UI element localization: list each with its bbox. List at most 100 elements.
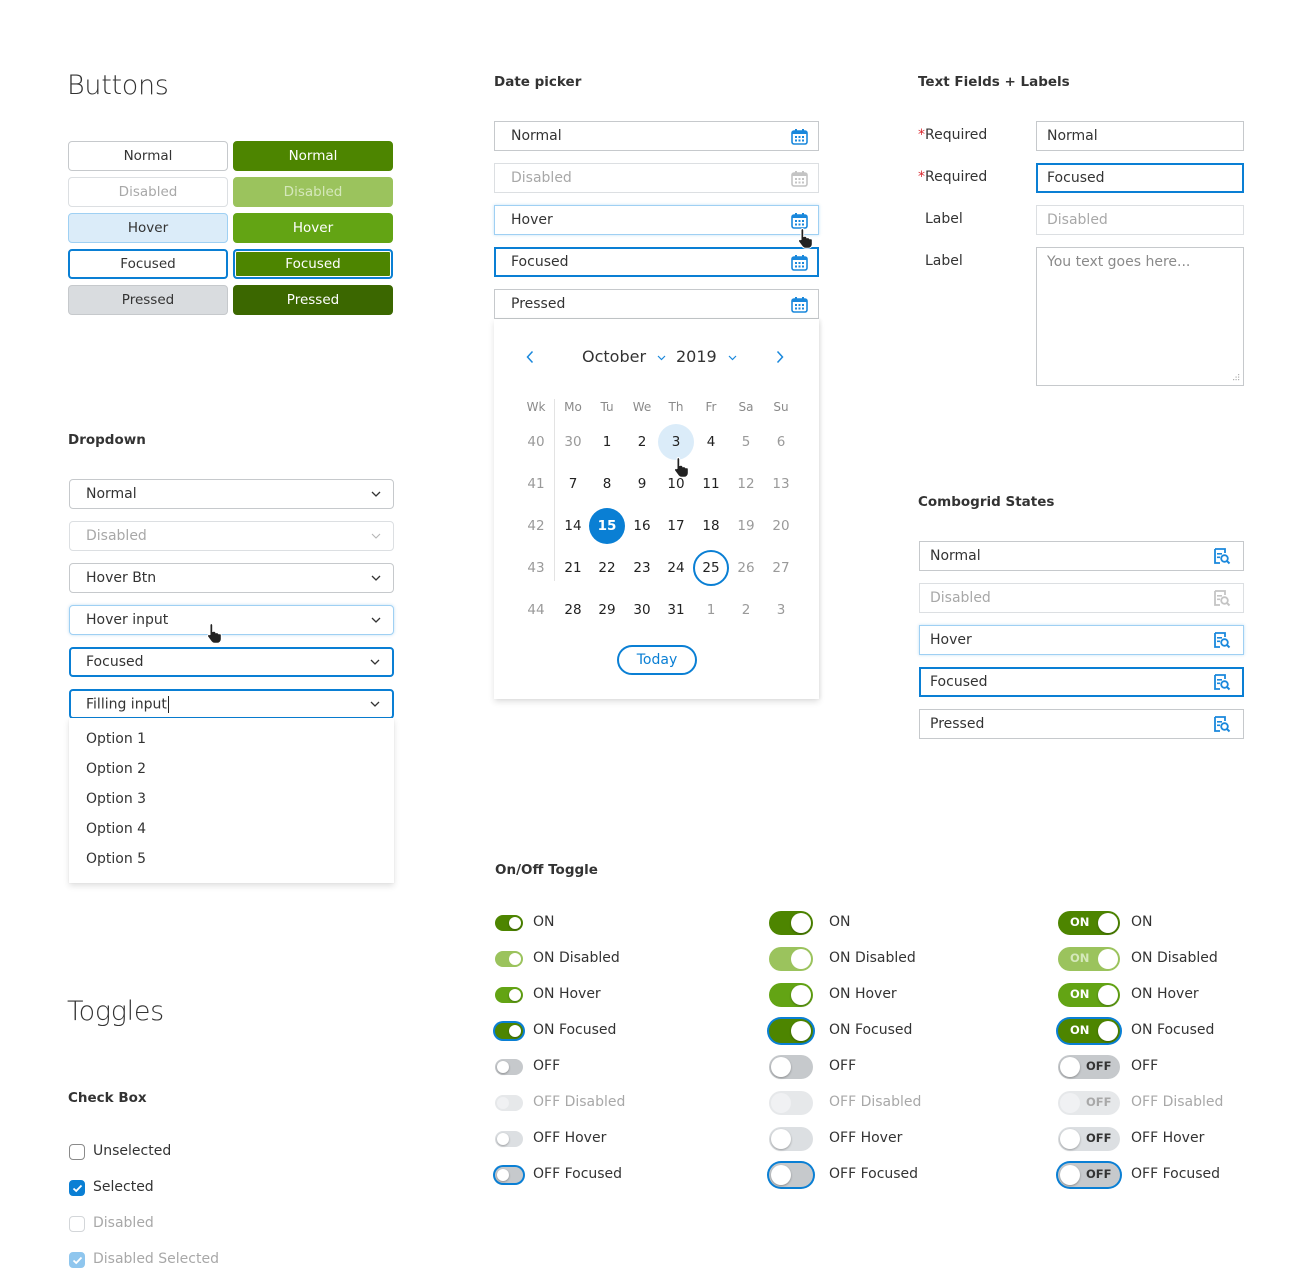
toggle-small-off[interactable] — [495, 1059, 523, 1075]
toggle-labeled-off-focused[interactable]: OFF — [1058, 1163, 1120, 1187]
secondary-button-focused[interactable]: Focused — [68, 249, 228, 279]
dropdown-hover-button[interactable]: Hover Btn — [69, 563, 394, 593]
combogrid-hover[interactable]: Hover — [919, 625, 1244, 655]
toggle-small-off-hover[interactable] — [495, 1131, 523, 1147]
dropdown-option[interactable]: Option 4 — [86, 821, 146, 837]
calendar-day[interactable]: 8 — [589, 466, 625, 502]
calendar-day[interactable]: 7 — [555, 466, 591, 502]
calendar-day-other-month[interactable]: 30 — [555, 424, 591, 460]
calendar-day[interactable]: 12 — [728, 466, 764, 502]
grid-search-icon[interactable] — [1212, 630, 1232, 650]
toggle-medium-off-focused[interactable] — [769, 1163, 813, 1187]
combogrid-pressed[interactable]: Pressed — [919, 709, 1244, 739]
calendar-day[interactable]: 2 — [624, 424, 660, 460]
checkbox-selected[interactable] — [69, 1180, 85, 1196]
datepicker-hover[interactable]: Hover — [494, 205, 819, 235]
toggle-medium-on-hover[interactable] — [769, 983, 813, 1007]
calendar-day[interactable]: 26 — [728, 550, 764, 586]
calendar-day-other-month[interactable]: 2 — [728, 592, 764, 628]
calendar-day[interactable]: 18 — [693, 508, 729, 544]
calendar-day[interactable]: 1 — [589, 424, 625, 460]
calendar-day-other-month[interactable]: 3 — [763, 592, 799, 628]
calendar-day[interactable]: 13 — [763, 466, 799, 502]
dropdown-filling-input[interactable]: Filling input — [69, 689, 394, 719]
primary-button-pressed[interactable]: Pressed — [233, 285, 393, 315]
toggle-small-on-hover[interactable] — [495, 987, 523, 1003]
calendar-day[interactable]: 31 — [658, 592, 694, 628]
calendar-day[interactable]: 29 — [589, 592, 625, 628]
textarea[interactable]: You text goes here... — [1036, 247, 1244, 386]
datepicker-pressed[interactable]: Pressed — [494, 289, 819, 319]
dropdown-option[interactable]: Option 3 — [86, 791, 146, 807]
toggle-labeled-on-hover[interactable]: ON — [1058, 983, 1120, 1007]
toggle-medium-on-focused[interactable] — [769, 1019, 813, 1043]
grid-search-icon[interactable] — [1212, 714, 1232, 734]
toggle-labeled-off-hover[interactable]: OFF — [1058, 1127, 1120, 1151]
chevron-down-icon[interactable] — [369, 491, 383, 497]
combogrid-focused[interactable]: Focused — [919, 667, 1244, 697]
calendar-day[interactable]: 15 — [589, 508, 625, 544]
calendar-icon[interactable] — [789, 126, 809, 146]
grid-search-icon[interactable] — [1212, 546, 1232, 566]
toggle-labeled-off[interactable]: OFF — [1058, 1055, 1120, 1079]
text-field-normal[interactable]: Normal — [1036, 121, 1244, 151]
chevron-down-icon[interactable] — [369, 617, 383, 623]
calendar-day[interactable]: 24 — [658, 550, 694, 586]
secondary-button-pressed[interactable]: Pressed — [68, 285, 228, 315]
toggle-medium-off[interactable] — [769, 1055, 813, 1079]
toggle-labeled-on[interactable]: ON — [1058, 911, 1120, 935]
calendar-day[interactable]: 16 — [624, 508, 660, 544]
calendar-day[interactable]: 25 — [693, 550, 729, 586]
dropdown-hover-input[interactable]: Hover input — [69, 605, 394, 635]
dropdown-option[interactable]: Option 1 — [86, 731, 146, 747]
calendar-day[interactable]: 5 — [728, 424, 764, 460]
calendar-day[interactable]: 6 — [763, 424, 799, 460]
toggle-small-off-focused[interactable] — [495, 1167, 523, 1183]
calendar-day[interactable]: 22 — [589, 550, 625, 586]
resize-handle-icon[interactable] — [1231, 373, 1240, 382]
dropdown-normal[interactable]: Normal — [69, 479, 394, 509]
calendar-day[interactable]: 23 — [624, 550, 660, 586]
next-month-icon[interactable] — [776, 350, 784, 364]
primary-button-normal[interactable]: Normal — [233, 141, 393, 171]
calendar-day[interactable]: 19 — [728, 508, 764, 544]
toggle-small-on-focused[interactable] — [495, 1023, 523, 1039]
calendar-day[interactable]: 9 — [624, 466, 660, 502]
secondary-button-normal[interactable]: Normal — [68, 141, 228, 171]
calendar-day[interactable]: 20 — [763, 508, 799, 544]
calendar-icon[interactable] — [789, 294, 809, 314]
year-select[interactable]: 2019 — [676, 347, 737, 366]
datepicker-focused[interactable]: Focused — [494, 247, 819, 277]
calendar-day[interactable]: 3 — [658, 424, 694, 460]
calendar-icon[interactable] — [789, 252, 809, 272]
dropdown-focused[interactable]: Focused — [69, 647, 394, 677]
grid-search-icon[interactable] — [1212, 672, 1232, 692]
primary-button-hover[interactable]: Hover — [233, 213, 393, 243]
calendar-day[interactable]: 17 — [658, 508, 694, 544]
calendar-day[interactable]: 27 — [763, 550, 799, 586]
dropdown-option[interactable]: Option 5 — [86, 851, 146, 867]
toggle-medium-off-hover[interactable] — [769, 1127, 813, 1151]
dropdown-option[interactable]: Option 2 — [86, 761, 146, 777]
checkbox-unselected[interactable] — [69, 1144, 85, 1160]
datepicker-normal[interactable]: Normal — [494, 121, 819, 151]
calendar-day[interactable]: 4 — [693, 424, 729, 460]
calendar-day[interactable]: 28 — [555, 592, 591, 628]
chevron-down-icon[interactable] — [368, 659, 382, 665]
calendar-day[interactable]: 30 — [624, 592, 660, 628]
today-button[interactable]: Today — [617, 645, 697, 675]
calendar-day-other-month[interactable]: 1 — [693, 592, 729, 628]
toggle-medium-on[interactable] — [769, 911, 813, 935]
calendar-day[interactable]: 21 — [555, 550, 591, 586]
toggle-small-on[interactable] — [495, 915, 523, 931]
prev-month-icon[interactable] — [526, 350, 534, 364]
month-select[interactable]: October — [582, 347, 666, 366]
chevron-down-icon[interactable] — [369, 575, 383, 581]
text-field-focused[interactable]: Focused — [1036, 163, 1244, 193]
toggle-labeled-on-focused[interactable]: ON — [1058, 1019, 1120, 1043]
combogrid-normal[interactable]: Normal — [919, 541, 1244, 571]
dropdown-input[interactable]: Filling input — [71, 695, 368, 713]
calendar-day[interactable]: 11 — [693, 466, 729, 502]
secondary-button-hover[interactable]: Hover — [68, 213, 228, 243]
chevron-down-icon[interactable] — [368, 701, 382, 707]
